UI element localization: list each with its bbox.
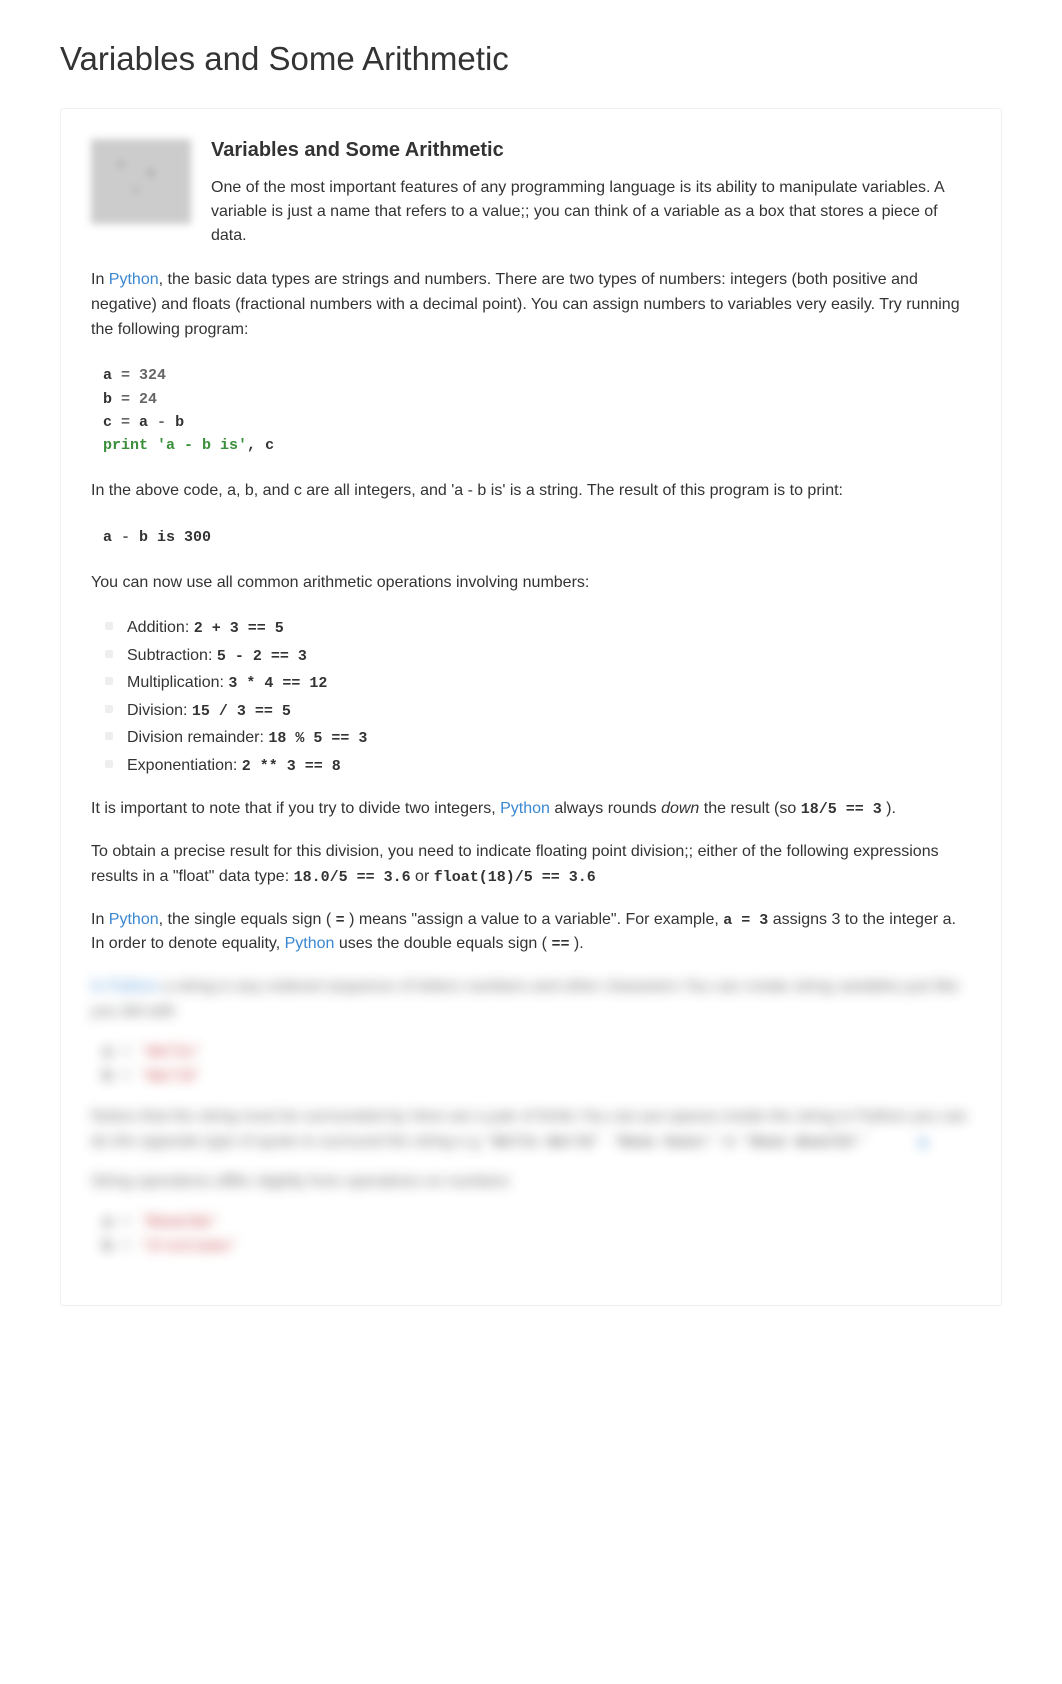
list-item: Multiplication: 3 * 4 == 12 [127, 669, 971, 697]
inline-code: == [551, 936, 569, 953]
paragraph-datatypes: In Python, the basic data types are stri… [91, 268, 971, 342]
code-var: b [103, 391, 112, 408]
list-item: Addition: 2 + 3 == 5 [127, 614, 971, 642]
text: ) means "assign a value to a variable". … [345, 911, 724, 928]
blurred-text: a string is any ordered sequence of lett… [91, 978, 959, 1020]
paragraph-intdiv: It is important to note that if you try … [91, 797, 971, 822]
op-code: 5 - 2 == 3 [217, 648, 307, 665]
code-var: a [139, 414, 148, 431]
op-label: Subtraction: [127, 647, 217, 664]
text: ). [882, 800, 896, 817]
list-item: Division remainder: 18 % 5 == 3 [127, 724, 971, 752]
op-code: 2 + 3 == 5 [194, 620, 284, 637]
code-op: - [148, 414, 175, 431]
blurred-code: a = 'Hello' b = 'World' [91, 1041, 971, 1089]
thumbnail-image [91, 139, 191, 224]
code-op: = [112, 414, 139, 431]
inline-code: a = 3 [723, 912, 768, 929]
code-string: 'Hello' [139, 1044, 202, 1061]
paragraph-floatdiv: To obtain a precise result for this divi… [91, 840, 971, 890]
code-var: a [103, 1214, 112, 1231]
blurred-code: a = 'Ronaldo' b = 'Cristiano' [91, 1211, 971, 1259]
paragraph-result: In the above code, a, b, and c are all i… [91, 479, 971, 504]
op-label: Division remainder: [127, 729, 268, 746]
code-string: 'Ronaldo' [139, 1214, 220, 1231]
op-label: Exponentiation: [127, 757, 242, 774]
text: or [718, 1133, 741, 1150]
code-op: - [112, 529, 139, 546]
op-code: 3 * 4 == 12 [228, 675, 327, 692]
content-card: Variables and Some Arithmetic One of the… [60, 108, 1002, 1306]
emphasis: down [661, 800, 699, 817]
scroll-up-icon[interactable]: ▲ [915, 1130, 931, 1155]
header-row: Variables and Some Arithmetic One of the… [91, 139, 971, 248]
code-string: 'a - b is' [148, 437, 247, 454]
blurred-link: In Python [91, 978, 159, 995]
code-block-assign: a = 324 b = 24 c = a - b print 'a - b is… [91, 360, 971, 461]
op-label: Multiplication: [127, 674, 228, 691]
text: or [411, 868, 434, 885]
code-var: b [103, 1238, 112, 1255]
operations-list: Addition: 2 + 3 == 5 Subtraction: 5 - 2 … [91, 614, 971, 779]
inline-code: 18.0/5 == 3.6 [294, 869, 411, 886]
blurred-paragraph: In Python a string is any ordered sequen… [91, 975, 971, 1025]
python-link[interactable]: Python [500, 800, 550, 817]
page-title: Variables and Some Arithmetic [60, 40, 1002, 78]
op-label: Division: [127, 702, 192, 719]
code-var: a [103, 529, 112, 546]
text: In [91, 271, 109, 288]
text: , the single equals sign ( [159, 911, 336, 928]
inline-code: 'Hello World' 'Hooo hooo!' [484, 1134, 718, 1151]
code-var: c [265, 437, 274, 454]
text: ). [569, 935, 583, 952]
code-string: 'World' [139, 1068, 202, 1085]
list-item: Subtraction: 5 - 2 == 3 [127, 642, 971, 670]
code-var: a [103, 1044, 112, 1061]
blurred-paragraph: String operations differ slightly from o… [91, 1170, 971, 1195]
list-item: Division: 15 / 3 == 5 [127, 697, 971, 725]
python-link[interactable]: Python [285, 935, 335, 952]
code-var: b [175, 414, 184, 431]
op-label: Addition: [127, 619, 194, 636]
section-heading: Variables and Some Arithmetic [211, 139, 971, 162]
code-punct: , [247, 437, 265, 454]
inline-code: 18/5 == 3 [801, 801, 882, 818]
code-text: b is 300 [139, 529, 211, 546]
code-var: a [103, 367, 112, 384]
code-op: = [112, 1214, 139, 1231]
blurred-preview: In Python a string is any ordered sequen… [91, 975, 971, 1259]
code-var: c [103, 414, 112, 431]
text: , the basic data types are strings and n… [91, 271, 960, 338]
python-link[interactable]: Python [109, 911, 159, 928]
code-op: = [112, 1238, 139, 1255]
code-op: = [112, 367, 139, 384]
code-num: 324 [139, 367, 166, 384]
blurred-paragraph: Notice that the string must be surrounde… [91, 1105, 971, 1155]
code-num: 24 [139, 391, 157, 408]
code-op: = [112, 391, 139, 408]
list-item: Exponentiation: 2 ** 3 == 8 [127, 752, 971, 780]
inline-code: = [336, 912, 345, 929]
paragraph-equals: In Python, the single equals sign ( = ) … [91, 908, 971, 958]
inline-code: 'Hooo Wooold!' [741, 1134, 867, 1151]
op-code: 2 ** 3 == 8 [242, 758, 341, 775]
text: always rounds [550, 800, 661, 817]
text: It is important to note that if you try … [91, 800, 500, 817]
code-op: = [112, 1044, 139, 1061]
section-intro: One of the most important features of an… [211, 176, 971, 248]
paragraph-ops-intro: You can now use all common arithmetic op… [91, 571, 971, 596]
python-link[interactable]: Python [109, 271, 159, 288]
code-keyword: print [103, 437, 148, 454]
code-block-output: a - b is 300 [91, 522, 971, 553]
op-code: 15 / 3 == 5 [192, 703, 291, 720]
text: In [91, 911, 109, 928]
inline-code: float(18)/5 == 3.6 [434, 869, 596, 886]
code-op: = [112, 1068, 139, 1085]
text: the result (so [699, 800, 800, 817]
code-string: 'Cristiano' [139, 1238, 238, 1255]
code-var: b [103, 1068, 112, 1085]
op-code: 18 % 5 == 3 [268, 730, 367, 747]
text: uses the double equals sign ( [334, 935, 551, 952]
